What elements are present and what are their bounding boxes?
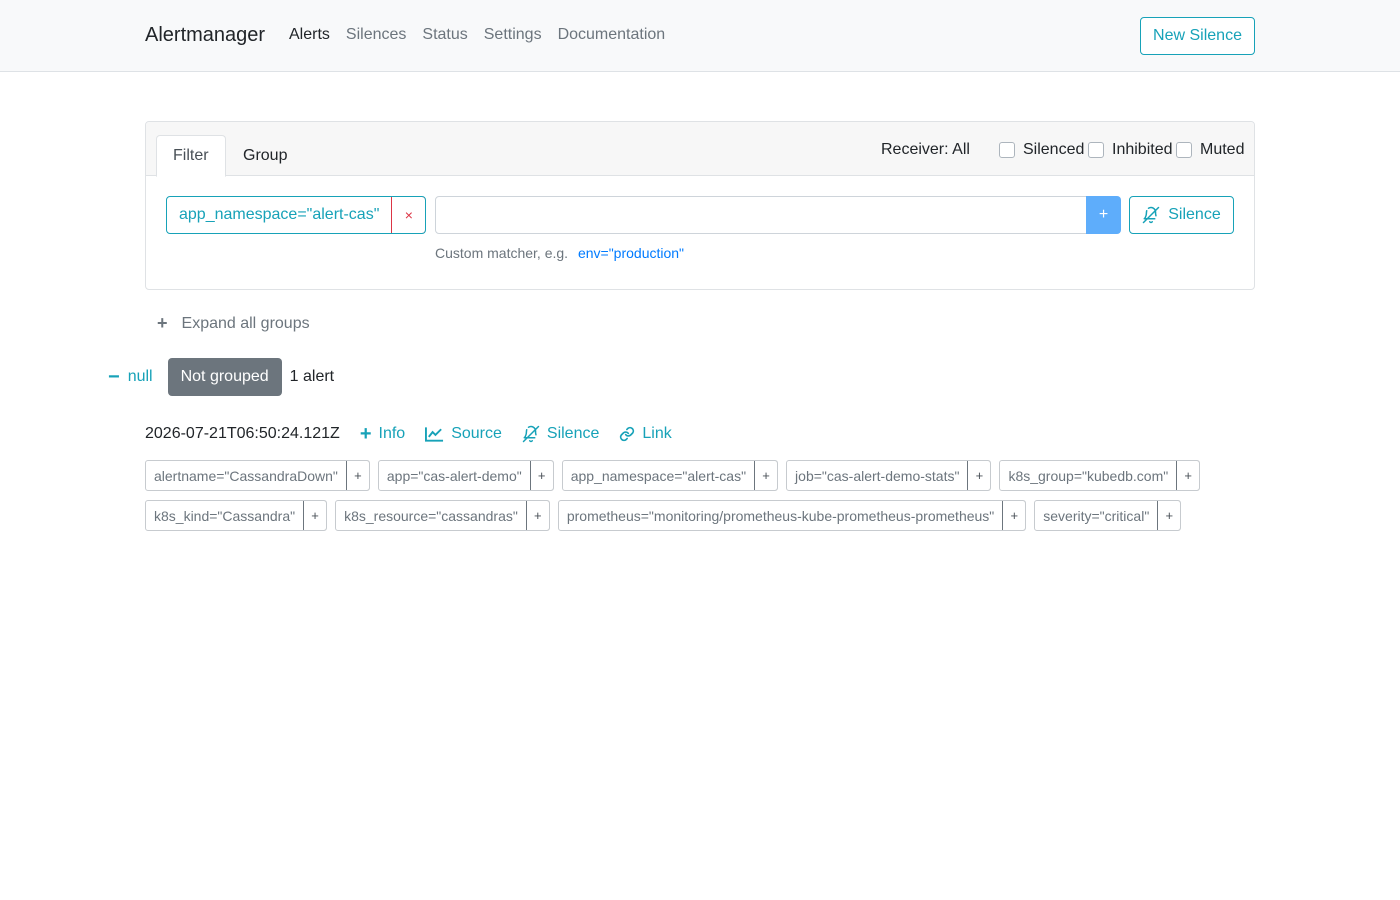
matcher-hint: Custom matcher, e.g. env="production": [435, 245, 684, 261]
expand-all-groups-button[interactable]: + Expand all groups: [157, 313, 310, 334]
nav-item-alerts[interactable]: Alerts: [289, 26, 330, 44]
muted-label: Muted: [1200, 141, 1245, 158]
label-text[interactable]: app_namespace="alert-cas": [563, 461, 754, 490]
nav-item-status[interactable]: Status: [422, 26, 467, 44]
minus-icon: −: [108, 365, 120, 388]
label-text[interactable]: alertname="CassandraDown": [146, 461, 346, 490]
label-text[interactable]: severity="critical": [1035, 501, 1157, 530]
group-header: − null Not grouped 1 alert: [108, 358, 334, 396]
nav-item-settings[interactable]: Settings: [484, 26, 542, 44]
tab-filter[interactable]: Filter: [156, 135, 226, 177]
link-icon: [620, 426, 635, 442]
info-button[interactable]: + Info: [360, 424, 405, 444]
label-add-button[interactable]: +: [345, 461, 369, 490]
matcher-remove-button[interactable]: ×: [392, 197, 426, 233]
label-text[interactable]: app="cas-alert-demo": [379, 461, 530, 490]
navbar: Alertmanager Alerts Silences Status Sett…: [0, 0, 1400, 72]
group-name: null: [127, 368, 153, 385]
plus-icon: +: [359, 423, 372, 445]
tab-group[interactable]: Group: [227, 135, 303, 177]
filter-card: Filter Group Receiver: All Silenced Inhi…: [145, 121, 1255, 290]
inhibited-label: Inhibited: [1112, 141, 1173, 158]
checkbox-box[interactable]: [1088, 142, 1104, 158]
alert-count: 1 alert: [289, 368, 335, 385]
label-add-button[interactable]: +: [967, 461, 991, 490]
label-chip: job="cas-alert-demo-stats" +: [786, 460, 992, 491]
label-text[interactable]: job="cas-alert-demo-stats": [787, 461, 967, 490]
label-add-button[interactable]: +: [525, 501, 549, 530]
label-chip: app_namespace="alert-cas" +: [561, 460, 779, 491]
add-matcher-button[interactable]: +: [1086, 196, 1121, 234]
not-grouped-badge: Not grouped: [167, 358, 282, 396]
alert-labels: alertname="CassandraDown" + app="cas-ale…: [145, 460, 1255, 531]
label-add-button[interactable]: +: [1002, 501, 1026, 530]
bell-slash-icon: [522, 425, 540, 443]
link-button[interactable]: Link: [619, 425, 672, 443]
new-silence-button[interactable]: New Silence: [1140, 17, 1255, 55]
label-text[interactable]: k8s_kind="Cassandra": [146, 501, 303, 530]
info-label: Info: [378, 425, 406, 442]
matcher-text[interactable]: app_namespace="alert-cas": [167, 197, 393, 233]
label-chip: app="cas-alert-demo" +: [377, 460, 554, 491]
label-add-button[interactable]: +: [1157, 501, 1181, 530]
nav-item-silences[interactable]: Silences: [346, 26, 406, 44]
chart-line-icon: [425, 427, 444, 442]
silenced-label: Silenced: [1023, 141, 1085, 158]
label-chip: alertname="CassandraDown" +: [145, 460, 370, 491]
filter-card-header: Filter Group Receiver: All Silenced Inhi…: [146, 122, 1254, 177]
expand-all-label: Expand all groups: [181, 314, 310, 332]
nav-menu: Alerts Silences Status Settings Document…: [289, 26, 665, 44]
bell-slash-icon: [1143, 206, 1160, 224]
alert-row: 2026-07-21T06:50:24.121Z + Info Source S…: [145, 423, 672, 445]
silenced-checkbox[interactable]: Silenced: [999, 141, 1084, 159]
link-label: Link: [642, 425, 672, 442]
brand-title[interactable]: Alertmanager: [145, 24, 265, 47]
alert-timestamp: 2026-07-21T06:50:24.121Z: [145, 425, 340, 442]
alert-silence-label: Silence: [546, 425, 600, 442]
label-chip: severity="critical" +: [1034, 500, 1182, 531]
matcher-chip: app_namespace="alert-cas" ×: [166, 196, 427, 234]
custom-matcher-input[interactable]: [435, 196, 1087, 234]
muted-checkbox[interactable]: Muted: [1176, 141, 1244, 159]
plus-icon: +: [157, 313, 168, 333]
hint-example: env="production": [577, 245, 685, 261]
receiver-select[interactable]: Receiver: All: [881, 141, 970, 159]
alert-silence-button[interactable]: Silence: [522, 425, 599, 443]
label-chip: prometheus="monitoring/prometheus-kube-p…: [557, 500, 1027, 531]
checkbox-box[interactable]: [999, 142, 1015, 158]
filter-silence-button[interactable]: Silence: [1129, 196, 1234, 234]
label-add-button[interactable]: +: [1176, 461, 1200, 490]
label-chip: k8s_resource="cassandras" +: [335, 500, 550, 531]
label-text[interactable]: k8s_resource="cassandras": [336, 501, 526, 530]
filter-silence-label: Silence: [1168, 206, 1221, 223]
label-chip: k8s_group="kubedb.com" +: [999, 460, 1201, 491]
hint-text: Custom matcher, e.g.: [435, 245, 569, 261]
label-add-button[interactable]: +: [754, 461, 778, 490]
collapse-group-button[interactable]: − null: [108, 366, 153, 389]
inhibited-checkbox[interactable]: Inhibited: [1088, 141, 1173, 159]
label-text[interactable]: prometheus="monitoring/prometheus-kube-p…: [559, 501, 1002, 530]
label-add-button[interactable]: +: [529, 461, 553, 490]
checkbox-box[interactable]: [1176, 142, 1192, 158]
source-button[interactable]: Source: [425, 425, 502, 443]
label-text[interactable]: k8s_group="kubedb.com": [1000, 461, 1176, 490]
label-add-button[interactable]: +: [303, 501, 327, 530]
source-label: Source: [451, 425, 502, 442]
nav-item-documentation[interactable]: Documentation: [558, 26, 666, 44]
label-chip: k8s_kind="Cassandra" +: [145, 500, 328, 531]
